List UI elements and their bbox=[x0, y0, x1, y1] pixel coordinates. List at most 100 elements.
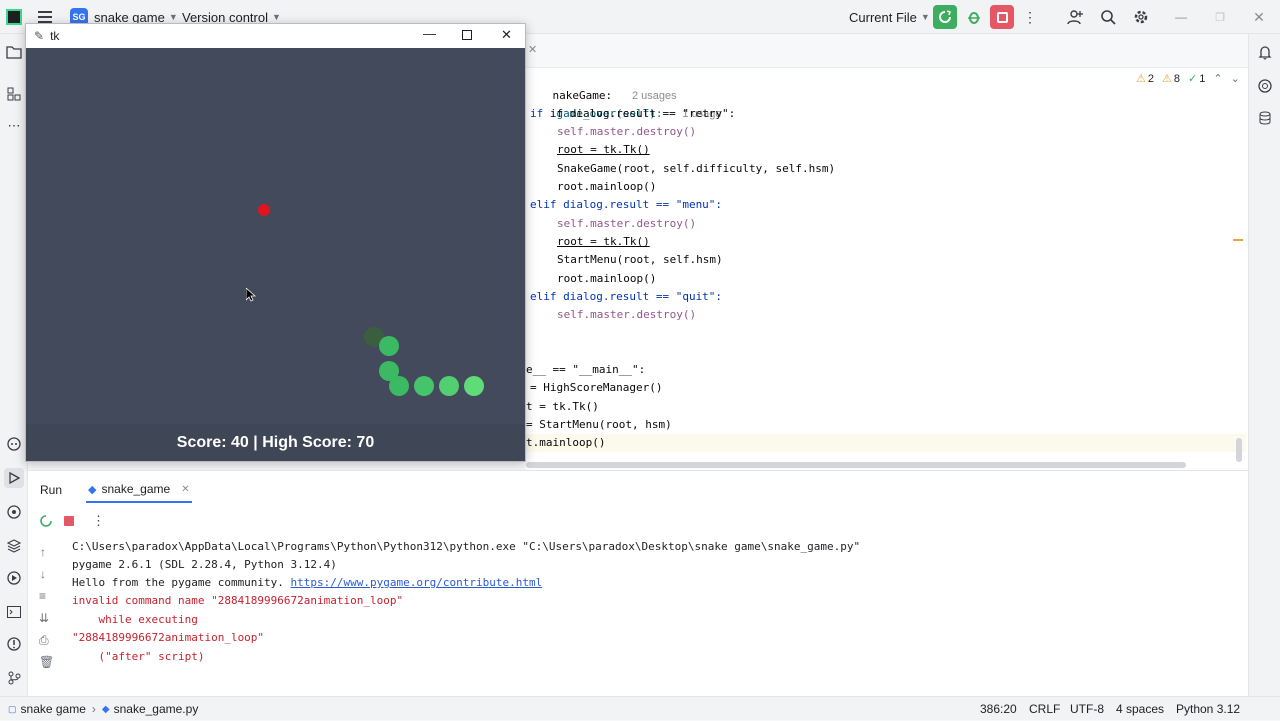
close-icon[interactable]: ✕ bbox=[1247, 5, 1271, 29]
code-line: root.mainloop() bbox=[557, 272, 657, 285]
maximize-icon[interactable] bbox=[462, 30, 472, 40]
rerun-button[interactable] bbox=[933, 5, 957, 29]
code-line: elif dialog.result == "menu": bbox=[530, 198, 723, 211]
tk-window-title: tk bbox=[50, 29, 60, 43]
minimize-icon[interactable]: — bbox=[1169, 5, 1193, 29]
more-options-icon[interactable]: ⋮ bbox=[92, 513, 105, 529]
code-line: SnakeGame(root, self.difficulty, self.hs… bbox=[557, 162, 836, 175]
code-line: = HighScoreManager() bbox=[530, 381, 663, 394]
breadcrumb[interactable]: ▢ snake game › ◆ snake_game.py bbox=[8, 697, 198, 721]
code-line: if if dialog.result == "retry": bbox=[530, 107, 736, 120]
inspection-widget[interactable]: ⚠ 2 ⚠ 8 ✓ 1 ⌃ ⌄ bbox=[1136, 72, 1240, 86]
structure-icon[interactable] bbox=[4, 84, 24, 104]
tk-title-bar[interactable]: ✎ tk — ✕ bbox=[26, 24, 525, 48]
run-tool-icon[interactable] bbox=[4, 468, 24, 488]
typo-check-icon: ✓ bbox=[1188, 73, 1198, 85]
game-canvas[interactable] bbox=[26, 48, 525, 424]
soft-wrap-icon[interactable]: ≡ bbox=[39, 589, 46, 603]
indent-setting[interactable]: 4 spaces bbox=[1116, 697, 1164, 721]
python-interpreter[interactable]: Python 3.12 bbox=[1176, 697, 1240, 721]
code-line-current: t.mainloop() bbox=[526, 434, 1246, 452]
stop-icon[interactable] bbox=[64, 516, 74, 526]
code-line: root.mainloop() bbox=[557, 180, 657, 193]
console-line: Hello from the pygame community. https:/… bbox=[72, 576, 543, 589]
ai-chat-icon[interactable] bbox=[1255, 76, 1275, 96]
run-tool-window: Run ◆ snake_game ✕ ⋮ ↑ ↓ ≡ ⇊ ⎙ 🗑 C:\User… bbox=[28, 470, 1248, 696]
ai-assistant-icon[interactable] bbox=[4, 434, 24, 454]
code-line: e__ == "__main__": bbox=[526, 363, 646, 376]
code-line: self.master.destroy() bbox=[557, 125, 697, 138]
snake-tail bbox=[464, 376, 484, 396]
caret-position[interactable]: 386:20 bbox=[980, 697, 1017, 721]
close-icon[interactable]: ✕ bbox=[501, 27, 512, 43]
tk-game-window: ✎ tk — ✕ Score: 40 | High Score: 70 bbox=[25, 23, 526, 462]
food-apple bbox=[258, 204, 270, 216]
scroll-down-icon[interactable]: ↓ bbox=[40, 567, 46, 581]
tab-close-icon[interactable]: ✕ bbox=[528, 43, 537, 56]
run-config-tab-label: snake_game bbox=[101, 482, 171, 496]
console-error-line: invalid command name "2884189996672anima… bbox=[72, 594, 404, 607]
right-tool-strip bbox=[1248, 34, 1280, 696]
close-icon[interactable]: ✕ bbox=[181, 484, 189, 495]
file-encoding[interactable]: UTF-8 bbox=[1070, 697, 1104, 721]
console-line: pygame 2.6.1 (SDL 2.28.4, Python 3.12.4) bbox=[72, 558, 337, 571]
code-line: t = tk.Tk() bbox=[526, 400, 599, 413]
minimize-icon[interactable]: — bbox=[423, 26, 436, 41]
run-config-selector[interactable]: Current File ▼ bbox=[849, 0, 930, 34]
rerun-icon[interactable] bbox=[40, 515, 52, 530]
code-line: self.master.destroy() bbox=[557, 217, 697, 230]
more-tools-icon[interactable]: ⋯ bbox=[4, 116, 24, 136]
score-label: Score: 40 | High Score: 70 bbox=[26, 424, 525, 461]
notifications-icon[interactable] bbox=[1255, 42, 1275, 62]
horizontal-scrollbar[interactable] bbox=[526, 462, 1186, 468]
code-editor[interactable]: ✕ nakeGame: 2 usages game_over(self): 1 … bbox=[526, 34, 1248, 470]
console-line: C:\Users\paradox\AppData\Local\Programs\… bbox=[72, 540, 861, 553]
scroll-up-icon[interactable]: ↑ bbox=[40, 545, 46, 559]
trash-icon[interactable]: 🗑 bbox=[39, 655, 54, 669]
python-file-icon: ◆ bbox=[88, 483, 97, 496]
terminal-icon[interactable] bbox=[4, 602, 24, 622]
scroll-to-end-icon[interactable]: ⇊ bbox=[39, 611, 49, 625]
more-options-icon[interactable]: ⋮ bbox=[1018, 5, 1042, 29]
add-user-button[interactable] bbox=[1063, 5, 1087, 29]
settings-button[interactable] bbox=[1129, 5, 1153, 29]
code-line: = StartMenu(root, hsm) bbox=[526, 418, 672, 431]
python-packages-icon[interactable] bbox=[4, 536, 24, 556]
debug-button[interactable] bbox=[962, 5, 986, 29]
tab-snake-game[interactable]: ◆ snake_game ✕ bbox=[86, 477, 192, 503]
feather-icon: ✎ bbox=[34, 29, 45, 43]
print-icon[interactable]: ⎙ bbox=[39, 633, 49, 648]
services-icon[interactable] bbox=[4, 568, 24, 588]
breadcrumb-project: snake game bbox=[20, 702, 86, 716]
user-icon bbox=[1067, 10, 1083, 25]
warning-icon: ⚠ bbox=[1136, 73, 1146, 85]
status-bar: ▢ snake game › ◆ snake_game.py 386:20 CR… bbox=[0, 696, 1280, 720]
snake-segment bbox=[389, 376, 409, 396]
console-error-line: "2884189996672animation_loop" bbox=[72, 631, 265, 644]
chevron-right-icon: › bbox=[91, 702, 96, 716]
code-line: root = tk.Tk() bbox=[557, 235, 650, 248]
console-error-line: while executing bbox=[72, 613, 198, 626]
chevron-down-icon: ▼ bbox=[168, 12, 178, 22]
line-separator[interactable]: CRLF bbox=[1029, 697, 1060, 721]
ide-logo-icon[interactable] bbox=[6, 0, 22, 34]
vertical-scrollbar[interactable] bbox=[1236, 438, 1242, 462]
snake-segment bbox=[439, 376, 459, 396]
problems-icon[interactable] bbox=[4, 634, 24, 654]
python-console-icon[interactable] bbox=[4, 502, 24, 522]
restore-icon[interactable]: ❐ bbox=[1208, 5, 1232, 29]
project-folder-icon[interactable] bbox=[4, 42, 24, 62]
code-line: StartMenu(root, self.hsm) bbox=[557, 253, 723, 266]
database-icon[interactable] bbox=[1255, 108, 1275, 128]
search-button[interactable] bbox=[1096, 5, 1120, 29]
code-line: self.master.destroy() bbox=[557, 308, 697, 321]
stop-button[interactable] bbox=[990, 5, 1014, 29]
editor-tab-strip: ✕ bbox=[526, 34, 1248, 68]
chevron-down-icon[interactable]: ⌄ bbox=[1231, 72, 1240, 85]
chevron-up-icon[interactable]: ⌃ bbox=[1213, 72, 1222, 85]
git-icon[interactable] bbox=[4, 668, 24, 688]
bug-icon bbox=[968, 12, 980, 24]
method-hint-line: game_over(self): 1 usage bbox=[530, 87, 722, 120]
pygame-link[interactable]: https://www.pygame.org/contribute.html bbox=[291, 576, 543, 589]
search-icon bbox=[1101, 10, 1116, 25]
